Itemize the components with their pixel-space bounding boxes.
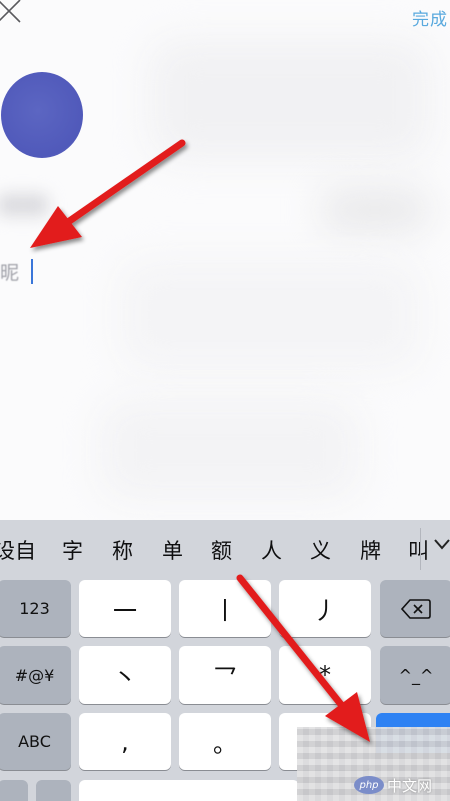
avatar[interactable]	[1, 72, 83, 158]
candidate-item[interactable]: 牌	[360, 535, 381, 565]
nickname-field[interactable]: 昵	[0, 258, 19, 285]
candidate-item[interactable]: 字	[62, 535, 83, 565]
stroke-key-zhe[interactable]: 乛	[179, 646, 271, 704]
symbols-key[interactable]: #@¥	[0, 646, 71, 704]
php-logo: php	[354, 776, 384, 794]
emoticon-key[interactable]: ^_^	[380, 646, 450, 704]
blurred-area	[100, 400, 360, 500]
blurred-label	[0, 194, 48, 216]
chevron-down-icon	[434, 539, 450, 550]
done-button[interactable]: 完成	[412, 5, 448, 30]
watermark: php 中文网	[354, 773, 432, 797]
blurred-area	[120, 260, 420, 370]
candidate-item[interactable]: 单	[162, 535, 183, 565]
close-icon	[0, 0, 21, 23]
wildcard-key[interactable]: *	[279, 646, 371, 704]
mic-key[interactable]	[36, 780, 71, 801]
chinese-stroke-keyboard: 设自 字 称 单 额 人 义 牌 叫 123 一 丨 丿 #@¥ 丶 乛 * ^…	[0, 520, 450, 801]
stroke-key-pie[interactable]: 丿	[279, 580, 371, 637]
candidate-item[interactable]: 设自	[0, 535, 36, 565]
backspace-icon	[401, 598, 431, 619]
keyboard-switch-key[interactable]	[0, 780, 28, 801]
stroke-key-shu[interactable]: 丨	[179, 580, 271, 637]
blurred-area	[150, 40, 430, 160]
candidate-item[interactable]: 叫	[408, 535, 429, 565]
abc-key[interactable]: ABC	[0, 713, 71, 770]
watermark-text: 中文网	[387, 776, 433, 795]
stroke-key-dian[interactable]: 丶	[79, 646, 171, 704]
period-key[interactable]: 。	[179, 713, 271, 770]
candidate-divider	[420, 528, 421, 570]
candidate-item[interactable]: 额	[211, 535, 232, 565]
candidate-bar: 设自 字 称 单 额 人 义 牌 叫	[0, 520, 450, 580]
close-button[interactable]	[0, 0, 30, 32]
text-caret	[31, 259, 33, 284]
numbers-key[interactable]: 123	[0, 580, 71, 637]
expand-candidates-button[interactable]	[432, 536, 450, 552]
space-key[interactable]	[79, 780, 299, 801]
blurred-area	[320, 190, 430, 230]
stroke-key-heng[interactable]: 一	[79, 580, 171, 637]
edit-profile-panel: 完成 昵	[0, 0, 450, 520]
comma-key[interactable]: ,	[79, 713, 171, 770]
candidate-item[interactable]: 称	[112, 535, 133, 565]
candidate-item[interactable]: 人	[261, 535, 282, 565]
candidate-item[interactable]: 义	[310, 535, 331, 565]
delete-key[interactable]	[380, 580, 450, 637]
